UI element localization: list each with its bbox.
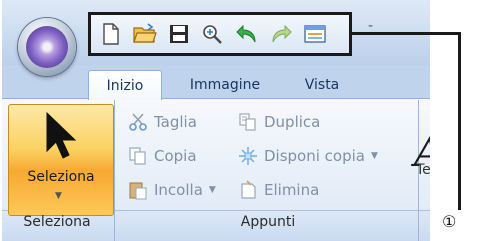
select-arrow-icon xyxy=(46,111,77,159)
quick-access-toolbar xyxy=(88,12,352,56)
flower-logo-icon xyxy=(26,26,68,68)
paste-icon xyxy=(128,180,148,200)
disponi-copia-label: Disponi copia xyxy=(264,147,365,165)
new-file-icon xyxy=(103,23,119,45)
disponi-copia-dropdown-icon: ▼ xyxy=(370,151,378,161)
layout-button[interactable] xyxy=(301,21,329,47)
dropdown-arrow-icon: ▼ xyxy=(55,191,62,201)
application-button[interactable] xyxy=(18,18,76,76)
seleziona-button-label: Seleziona xyxy=(27,169,95,185)
copy-icon xyxy=(128,146,148,166)
zoom-button[interactable] xyxy=(199,21,227,47)
incolla-dropdown-icon: ▼ xyxy=(208,185,216,195)
disponi-copia-button[interactable]: Disponi copia ▼ xyxy=(238,146,378,166)
duplica-label: Duplica xyxy=(264,113,321,131)
open-button[interactable] xyxy=(131,21,159,47)
save-button[interactable] xyxy=(165,21,193,47)
incolla-label: Incolla xyxy=(154,181,203,199)
elimina-button[interactable]: Elimina xyxy=(238,180,319,200)
save-icon xyxy=(170,25,188,43)
layout-icon xyxy=(304,25,326,43)
redo-icon xyxy=(272,24,292,43)
new-file-button[interactable] xyxy=(97,21,125,47)
appunti-group-label: Appunti xyxy=(240,214,296,230)
callout-line-vertical xyxy=(458,32,461,210)
delete-icon xyxy=(238,180,258,200)
duplicate-icon xyxy=(238,112,258,132)
text-tool-label: Te xyxy=(416,162,430,178)
copia-label: Copia xyxy=(154,147,197,165)
seleziona-group-label: Seleziona xyxy=(23,214,91,230)
taglia-button[interactable]: Taglia xyxy=(128,112,197,132)
open-folder-icon xyxy=(133,23,157,43)
scissors-icon xyxy=(128,112,148,132)
array-copy-icon xyxy=(238,146,258,166)
tab-inizio[interactable]: Inizio xyxy=(88,70,162,100)
undo-icon xyxy=(236,24,256,43)
app-window: - Inizio Immagine Vista Seleziona ▼ Sele… xyxy=(2,0,430,241)
seleziona-button[interactable]: Seleziona ▼ xyxy=(8,104,114,216)
incolla-button[interactable]: Incolla ▼ xyxy=(128,180,216,200)
redo-button[interactable] xyxy=(267,21,295,47)
copia-button[interactable]: Copia xyxy=(128,146,197,166)
elimina-label: Elimina xyxy=(264,181,320,199)
tab-vista[interactable]: Vista xyxy=(290,70,354,100)
callout-number: ① xyxy=(442,212,457,231)
callout-line-horizontal xyxy=(350,32,460,35)
zoom-icon xyxy=(203,25,222,44)
taglia-label: Taglia xyxy=(154,113,197,131)
duplica-button[interactable]: Duplica xyxy=(238,112,320,132)
tab-immagine[interactable]: Immagine xyxy=(170,70,280,100)
undo-button[interactable] xyxy=(233,21,261,47)
